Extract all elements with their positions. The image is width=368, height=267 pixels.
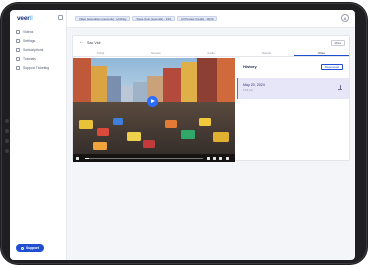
history-title: History (243, 64, 257, 69)
tab-scenes[interactable]: Scenes (128, 50, 183, 56)
tab-audio[interactable]: Audio (183, 50, 238, 56)
play-pause-icon[interactable] (76, 157, 79, 160)
tablet-frame: veerll Videos Settings Subscriptions Tut… (0, 2, 368, 265)
video-frame-car (165, 120, 177, 128)
captions-icon[interactable] (213, 157, 216, 160)
sidebar-item-label: Settings (23, 38, 36, 43)
sidebar-item-label: Videos (23, 29, 34, 34)
video-frame-car (181, 130, 195, 139)
more-button[interactable]: More (330, 40, 345, 46)
sidebar: veerll Videos Settings Subscriptions Tut… (10, 10, 67, 260)
volume-icon[interactable] (207, 157, 210, 160)
logo[interactable]: veerll (17, 15, 33, 22)
camera-dot (5, 129, 9, 133)
video-frame-car (127, 132, 141, 141)
collapse-sidebar-icon[interactable] (58, 15, 63, 20)
camera-dot (5, 139, 9, 143)
card-header: ← Sao Vidr More (73, 36, 349, 50)
sidebar-item-settings[interactable]: Settings (16, 36, 49, 45)
support-label: Support (26, 246, 39, 250)
sidebar-item-support-ticketing[interactable]: Support Ticketing (16, 63, 49, 72)
play-button[interactable] (147, 96, 158, 107)
tab-visuals[interactable]: Visuals (239, 50, 294, 56)
history-item[interactable]: May 20, 2024 1:54 min (237, 78, 349, 99)
ticket-icon (16, 65, 20, 70)
fullscreen-icon[interactable] (226, 157, 229, 160)
gear-icon (16, 38, 20, 43)
page-title: Sao Vidr (87, 41, 101, 45)
card-icon (16, 47, 20, 52)
video-frame-car (79, 120, 93, 129)
download-icon[interactable] (338, 85, 342, 90)
support-button[interactable]: Support (16, 244, 44, 252)
usage-chips: Video Generation (seconds) : 1/infinity … (75, 16, 219, 21)
sidebar-item-videos[interactable]: Videos (16, 27, 49, 36)
book-icon (16, 56, 20, 61)
back-arrow-icon[interactable]: ← (79, 40, 84, 45)
logo-text: veer (17, 15, 30, 22)
video-icon (16, 29, 20, 34)
tab-video[interactable]: Video (293, 50, 350, 56)
settings-icon[interactable] (219, 157, 222, 160)
tab-bar: Script Scenes Audio Visuals Video (73, 50, 350, 57)
usage-chip-ai-preview: AI Preview Credits : 10/10 (177, 16, 218, 21)
camera-dot (5, 149, 9, 153)
sidebar-item-label: Subscriptions (23, 47, 44, 52)
video-editor-card: ← Sao Vidr More Script Scenes Audio Visu… (72, 35, 350, 162)
sidebar-item-subscriptions[interactable]: Subscriptions (16, 45, 49, 54)
video-frame-car (93, 142, 107, 150)
history-item-date: May 20, 2024 (243, 83, 265, 87)
video-player[interactable] (73, 58, 235, 162)
video-controls (73, 154, 235, 162)
history-panel: History Regenerate May 20, 2024 1:54 min (237, 58, 349, 162)
help-icon (21, 246, 24, 250)
video-progress-bar[interactable] (85, 158, 203, 159)
video-frame-car (113, 118, 123, 125)
sidebar-nav: Videos Settings Subscriptions Tutorials … (16, 27, 49, 72)
sidebar-item-label: Tutorials (23, 56, 36, 61)
sidebar-item-tutorials[interactable]: Tutorials (16, 54, 49, 63)
tab-script[interactable]: Script (73, 50, 128, 56)
video-frame-car (97, 128, 109, 136)
video-frame-car (143, 140, 155, 148)
app-screen: veerll Videos Settings Subscriptions Tut… (10, 10, 355, 260)
video-progress-fill (85, 158, 89, 159)
top-bar: Video Generation (seconds) : 1/infinity … (67, 10, 355, 28)
usage-chip-voice-over: Voice-Over (seconds) : 1/10 (132, 16, 176, 21)
camera-dot (5, 119, 9, 123)
logo-mark: ll (29, 15, 33, 22)
regenerate-button[interactable]: Regenerate (320, 64, 343, 70)
video-frame-car (199, 118, 211, 126)
avatar[interactable]: A (341, 14, 349, 22)
sidebar-item-label: Support Ticketing (23, 65, 50, 70)
history-item-duration: 1:54 min (243, 89, 253, 92)
usage-chip-video-generation: Video Generation (seconds) : 1/infinity (75, 16, 131, 21)
video-frame-car (213, 132, 229, 142)
